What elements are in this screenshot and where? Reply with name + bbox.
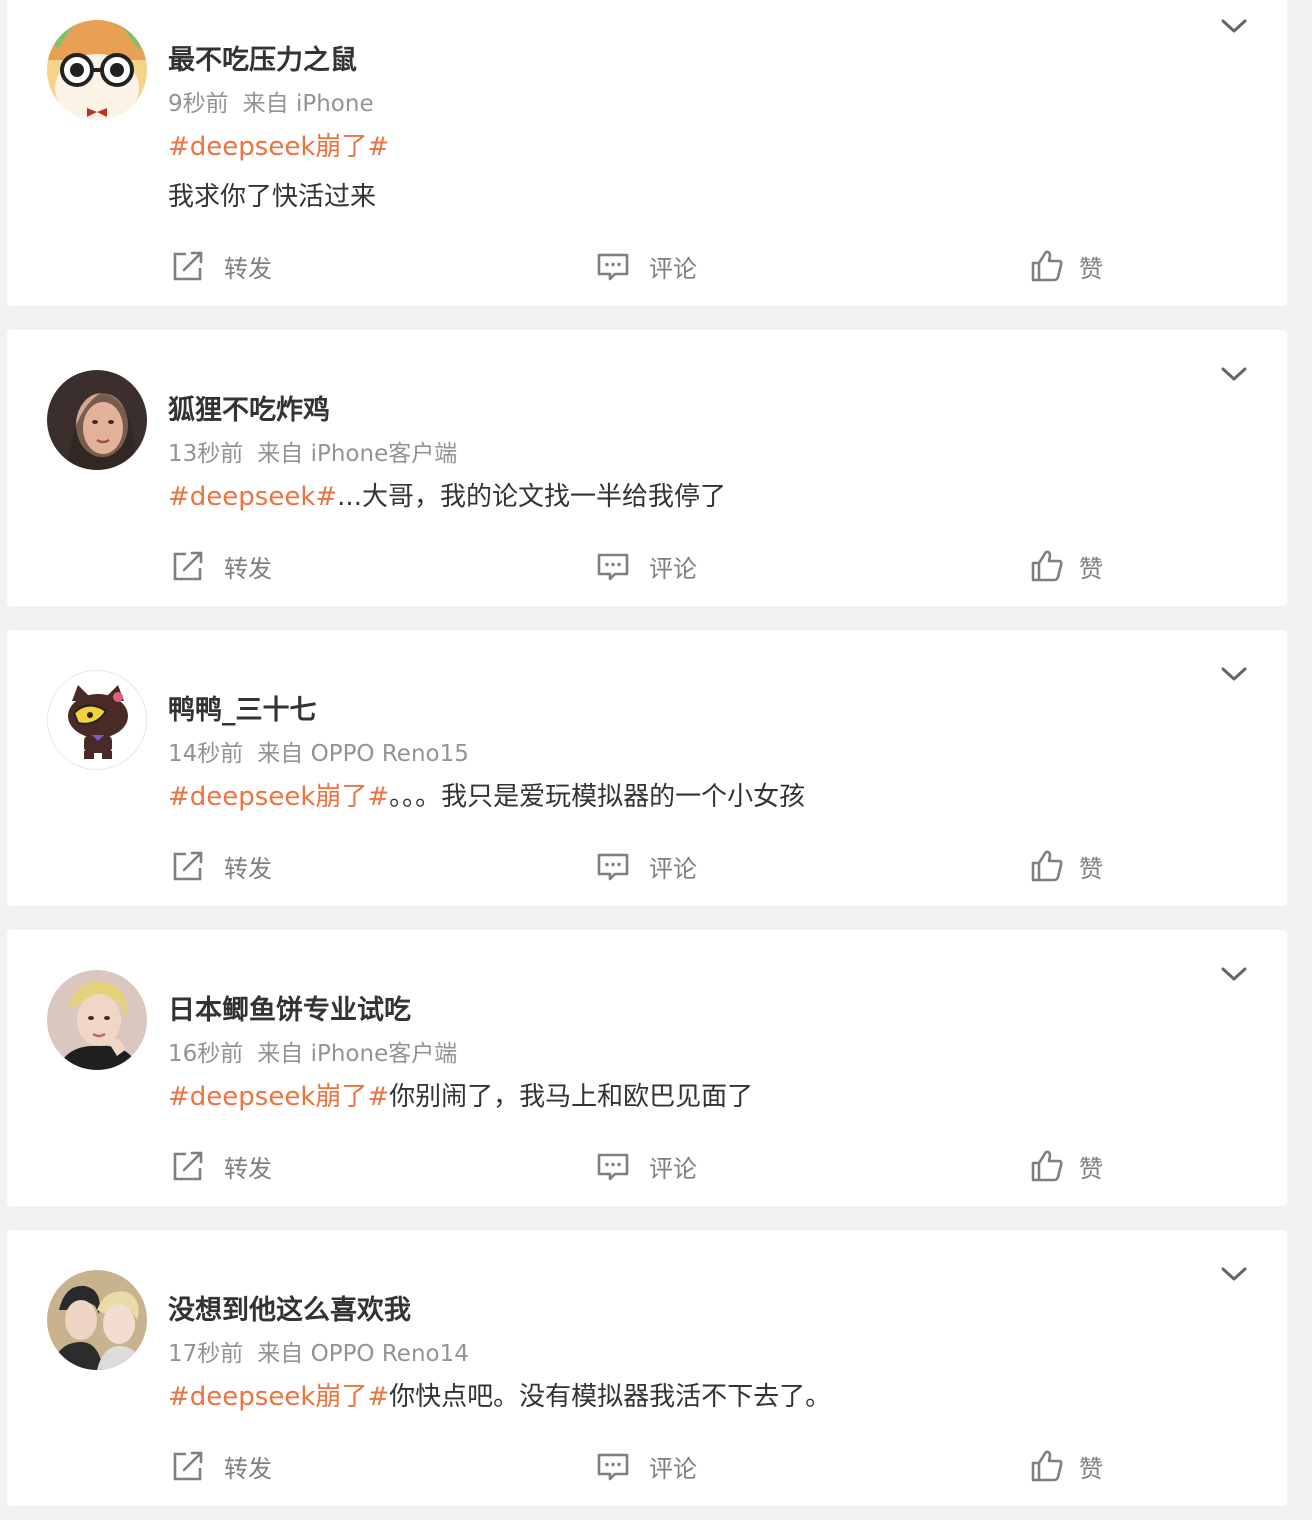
post-source: 来自 OPPO Reno14	[257, 1341, 469, 1367]
repost-label: 转发	[224, 554, 272, 583]
repost-label: 转发	[224, 1154, 272, 1183]
comment-icon	[597, 853, 629, 881]
post-content: #deepseek崩了#你别闹了，我马上和欧巴见面了	[168, 1076, 753, 1113]
repost-label: 转发	[224, 854, 272, 883]
repost-icon	[173, 551, 203, 581]
repost-button[interactable]: 转发	[170, 1448, 272, 1484]
post-topic-line: #deepseek崩了#	[168, 126, 389, 163]
comment-button[interactable]: 评论	[595, 848, 697, 884]
topic-link[interactable]: #deepseek#	[168, 482, 337, 512]
comment-button[interactable]: 评论	[595, 248, 697, 284]
post-card: 日本鲫鱼饼专业试吃 16秒前 来自 iPhone客户端 #deepseek崩了#你…	[7, 930, 1287, 1206]
thumbs-up-icon	[1031, 250, 1063, 282]
comment-icon	[597, 553, 629, 581]
post-time: 14秒前	[168, 741, 244, 767]
like-label: 赞	[1079, 854, 1103, 883]
username[interactable]: 没想到他这么喜欢我	[168, 1288, 411, 1327]
comment-button[interactable]: 评论	[595, 1448, 697, 1484]
post-source: 来自 iPhone客户端	[257, 1041, 458, 1067]
username[interactable]: 鸭鸭_三十七	[168, 688, 317, 727]
weibo-feed: 最不吃压力之鼠 9秒前 来自 iPhone #deepseek崩了# 我求你了快活…	[0, 0, 1312, 1520]
chevron-down-icon[interactable]	[1219, 16, 1249, 36]
post-card: 最不吃压力之鼠 9秒前 来自 iPhone #deepseek崩了# 我求你了快活…	[7, 0, 1287, 306]
post-source: 来自 OPPO Reno15	[257, 741, 469, 767]
post-text: 我求你了快活过来	[168, 182, 377, 212]
chevron-down-icon[interactable]	[1219, 364, 1249, 384]
repost-label: 转发	[224, 1454, 272, 1483]
post-meta: 13秒前 来自 iPhone客户端	[168, 434, 457, 468]
repost-icon	[173, 251, 203, 281]
repost-label: 转发	[224, 254, 272, 283]
avatar[interactable]	[47, 670, 147, 770]
like-button[interactable]: 赞	[1029, 1448, 1103, 1484]
post-time: 13秒前	[168, 441, 244, 467]
post-card: 鸭鸭_三十七 14秒前 来自 OPPO Reno15 #deepseek崩了#。。…	[7, 630, 1287, 906]
avatar[interactable]	[47, 970, 147, 1070]
avatar[interactable]	[47, 1270, 147, 1370]
thumbs-up-icon	[1031, 850, 1063, 882]
topic-link[interactable]: #deepseek崩了#	[168, 1082, 389, 1112]
like-button[interactable]: 赞	[1029, 1148, 1103, 1184]
username[interactable]: 最不吃压力之鼠	[168, 38, 357, 77]
repost-button[interactable]: 转发	[170, 848, 272, 884]
topic-link[interactable]: #deepseek崩了#	[168, 132, 389, 162]
comment-label: 评论	[649, 254, 697, 283]
post-meta: 17秒前 来自 OPPO Reno14	[168, 1334, 469, 1368]
post-text: 你别闹了，我马上和欧巴见面了	[389, 1082, 754, 1112]
post-text: ...大哥，我的论文找一半给我停了	[337, 482, 726, 512]
repost-icon	[173, 1451, 203, 1481]
post-content: #deepseek崩了#你快点吧。没有模拟器我活不下去了。	[168, 1376, 831, 1413]
post-meta: 14秒前 来自 OPPO Reno15	[168, 734, 469, 768]
username[interactable]: 狐狸不吃炸鸡	[168, 388, 330, 427]
username[interactable]: 日本鲫鱼饼专业试吃	[168, 988, 411, 1027]
post-card: 没想到他这么喜欢我 17秒前 来自 OPPO Reno14 #deepseek崩了…	[7, 1230, 1287, 1506]
topic-link[interactable]: #deepseek崩了#	[168, 782, 389, 812]
post-text: 。。。我只是爱玩模拟器的一个小女孩	[389, 782, 806, 812]
post-meta: 9秒前 来自 iPhone	[168, 84, 374, 118]
avatar[interactable]	[47, 370, 147, 470]
post-source: 来自 iPhone客户端	[257, 441, 458, 467]
topic-link[interactable]: #deepseek崩了#	[168, 1382, 389, 1412]
post-text: 你快点吧。没有模拟器我活不下去了。	[389, 1382, 832, 1412]
post-card: 狐狸不吃炸鸡 13秒前 来自 iPhone客户端 #deepseek#...大哥，…	[7, 330, 1287, 606]
like-label: 赞	[1079, 1454, 1103, 1483]
like-label: 赞	[1079, 1154, 1103, 1183]
post-content: #deepseek#...大哥，我的论文找一半给我停了	[168, 476, 726, 513]
like-label: 赞	[1079, 554, 1103, 583]
like-label: 赞	[1079, 254, 1103, 283]
post-source: 来自 iPhone	[242, 91, 374, 117]
like-button[interactable]: 赞	[1029, 548, 1103, 584]
comment-label: 评论	[649, 1454, 697, 1483]
like-button[interactable]: 赞	[1029, 848, 1103, 884]
chevron-down-icon[interactable]	[1219, 1264, 1249, 1284]
repost-button[interactable]: 转发	[170, 548, 272, 584]
repost-icon	[173, 1151, 203, 1181]
thumbs-up-icon	[1031, 550, 1063, 582]
like-button[interactable]: 赞	[1029, 248, 1103, 284]
comment-icon	[597, 1453, 629, 1481]
comment-label: 评论	[649, 1154, 697, 1183]
comment-label: 评论	[649, 854, 697, 883]
post-time: 16秒前	[168, 1041, 244, 1067]
post-meta: 16秒前 来自 iPhone客户端	[168, 1034, 457, 1068]
chevron-down-icon[interactable]	[1219, 664, 1249, 684]
comment-button[interactable]: 评论	[595, 548, 697, 584]
thumbs-up-icon	[1031, 1450, 1063, 1482]
post-time: 17秒前	[168, 1341, 244, 1367]
post-content: #deepseek崩了#。。。我只是爱玩模拟器的一个小女孩	[168, 776, 805, 813]
repost-icon	[173, 851, 203, 881]
repost-button[interactable]: 转发	[170, 248, 272, 284]
chevron-down-icon[interactable]	[1219, 964, 1249, 984]
post-time: 9秒前	[168, 91, 229, 117]
comment-icon	[597, 253, 629, 281]
comment-button[interactable]: 评论	[595, 1148, 697, 1184]
avatar[interactable]	[47, 20, 147, 120]
comment-label: 评论	[649, 554, 697, 583]
repost-button[interactable]: 转发	[170, 1148, 272, 1184]
comment-icon	[597, 1153, 629, 1181]
thumbs-up-icon	[1031, 1150, 1063, 1182]
